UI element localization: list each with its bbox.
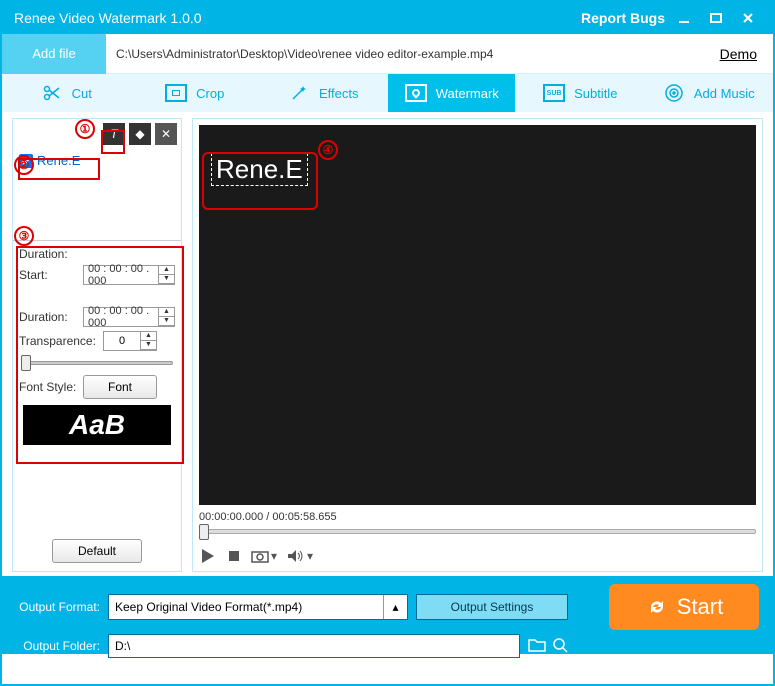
tab-watermark[interactable]: Watermark [388, 74, 517, 112]
output-format-label: Output Format: [16, 600, 100, 614]
duration-section: Duration: Start: 00 : 00 : 00 . 000 ▲▼ D… [13, 240, 181, 457]
demo-link[interactable]: Demo [720, 46, 773, 62]
annotation-1: ① [75, 119, 95, 139]
annotation-3: ③ [14, 226, 34, 246]
spin-down[interactable]: ▼ [141, 341, 156, 350]
start-label: Start: [19, 268, 79, 282]
output-settings-button[interactable]: Output Settings [416, 594, 568, 620]
titlebar: Renee Video Watermark 1.0.0 Report Bugs [2, 2, 773, 34]
output-format-value: Keep Original Video Format(*.mp4) [115, 600, 302, 614]
annotation-4: ④ [318, 140, 338, 160]
minimize-button[interactable] [671, 8, 697, 28]
watermark-toolbar: T ◆ ✕ [13, 119, 181, 149]
duration-time-value: 00 : 00 : 00 . 000 [84, 305, 158, 329]
transparence-input[interactable] [103, 331, 141, 351]
watermark-item-label: Rene.E [37, 153, 80, 168]
file-row: Add file C:\Users\Administrator\Desktop\… [2, 34, 773, 74]
tab-effects[interactable]: Effects [259, 74, 388, 112]
watermark-list-item[interactable]: Rene.E [19, 153, 175, 168]
start-time-value: 00 : 00 : 00 . 000 [84, 263, 158, 287]
tab-label-crop: Crop [196, 86, 224, 101]
font-preview: AaB [23, 405, 171, 445]
add-file-button[interactable]: Add file [2, 34, 106, 74]
preview-panel: Rene.E 00:00:00.000 / 00:05:58.655 ▾ ▾ [192, 118, 763, 572]
output-folder-input[interactable]: D:\ [108, 634, 520, 658]
scissors-icon [40, 81, 64, 105]
subtitle-icon: SUB [542, 81, 566, 105]
watermark-icon [404, 81, 428, 105]
tab-subtitle[interactable]: SUB Subtitle [516, 74, 645, 112]
tab-label-effects: Effects [319, 86, 359, 101]
open-folder-icon[interactable] [552, 637, 568, 656]
play-button[interactable] [199, 547, 217, 565]
tab-label-watermark: Watermark [436, 86, 499, 101]
playback-controls: ▾ ▾ [199, 547, 756, 565]
output-folder-value: D:\ [115, 639, 130, 653]
watermark-overlay-text[interactable]: Rene.E [211, 153, 308, 186]
duration-time-input[interactable]: 00 : 00 : 00 . 000 ▲▼ [83, 307, 175, 327]
bottom-bar: Output Format: Keep Original Video Forma… [2, 576, 773, 654]
spin-up[interactable]: ▲ [159, 266, 174, 275]
duration-heading: Duration: [19, 247, 175, 261]
report-bugs-link[interactable]: Report Bugs [581, 10, 665, 26]
snapshot-button[interactable]: ▾ [251, 549, 277, 563]
output-format-combo[interactable]: Keep Original Video Format(*.mp4) ▴ [108, 594, 408, 620]
add-text-watermark-button[interactable]: T [103, 123, 125, 145]
spin-up[interactable]: ▲ [141, 332, 156, 341]
tab-addmusic[interactable]: Add Music [645, 74, 774, 112]
output-folder-label: Output Folder: [16, 639, 100, 653]
spin-down[interactable]: ▼ [159, 275, 174, 284]
maximize-button[interactable] [703, 8, 729, 28]
duration-label: Duration: [19, 310, 79, 324]
effects-icon [287, 81, 311, 105]
start-button[interactable]: Start [609, 584, 759, 630]
stop-button[interactable] [227, 549, 241, 563]
volume-button[interactable]: ▾ [287, 549, 313, 563]
delete-watermark-button[interactable]: ✕ [155, 123, 177, 145]
tab-label-subtitle: Subtitle [574, 86, 617, 101]
file-path: C:\Users\Administrator\Desktop\Video\ren… [106, 47, 720, 61]
app-title: Renee Video Watermark 1.0.0 [14, 10, 202, 26]
watermark-list: Rene.E [13, 149, 181, 172]
main-area: T ◆ ✕ Rene.E Duration: Start: 00 : 00 : … [2, 112, 773, 572]
spin-down[interactable]: ▼ [159, 317, 174, 326]
refresh-icon [645, 595, 669, 619]
spin-up[interactable]: ▲ [159, 308, 174, 317]
crop-icon [164, 81, 188, 105]
music-icon [662, 81, 686, 105]
start-label: Start [677, 594, 723, 620]
transparence-label: Transparence: [19, 334, 99, 348]
start-time-input[interactable]: 00 : 00 : 00 . 000 ▲▼ [83, 265, 175, 285]
font-button[interactable]: Font [83, 375, 157, 399]
tab-bar: Cut Crop Effects Watermark SUB Subtitle … [2, 74, 773, 112]
tab-cut[interactable]: Cut [2, 74, 131, 112]
tab-label-cut: Cut [72, 86, 92, 101]
chevron-up-icon: ▴ [383, 595, 407, 619]
close-button[interactable] [735, 8, 761, 28]
annotation-2: ② [14, 155, 34, 175]
tab-crop[interactable]: Crop [131, 74, 260, 112]
transparence-slider[interactable] [21, 357, 173, 369]
fontstyle-label: Font Style: [19, 380, 79, 394]
seek-slider[interactable] [199, 525, 756, 539]
timecode-display: 00:00:00.000 / 00:05:58.655 [199, 511, 756, 523]
tab-label-addmusic: Add Music [694, 86, 755, 101]
add-image-watermark-button[interactable]: ◆ [129, 123, 151, 145]
browse-folder-icon[interactable] [528, 637, 546, 656]
left-panel: T ◆ ✕ Rene.E Duration: Start: 00 : 00 : … [12, 118, 182, 572]
video-preview[interactable]: Rene.E [199, 125, 756, 505]
default-button[interactable]: Default [52, 539, 142, 563]
